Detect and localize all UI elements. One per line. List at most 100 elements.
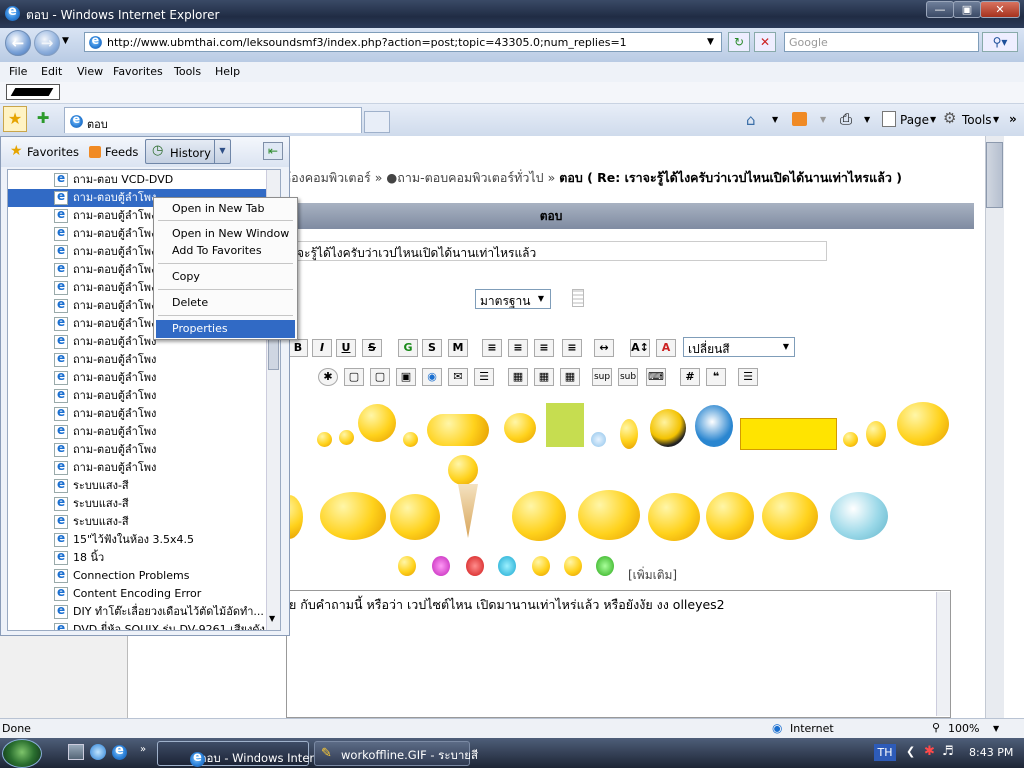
message-text[interactable]: ย กับคำถามนี้ หรือว่า เวปไซต์ไหน เปิดมาน… [289, 595, 725, 615]
show-desktop-icon[interactable] [68, 744, 84, 760]
menu-help[interactable]: Help [215, 65, 240, 78]
smiley-icon[interactable] [762, 492, 818, 540]
subscript-button[interactable]: sub [618, 368, 638, 386]
volume-icon[interactable]: ♬ [942, 744, 954, 759]
smiley-icon[interactable] [596, 556, 614, 576]
tools-gear-icon[interactable]: ⚙ [943, 109, 956, 127]
address-bar[interactable]: http://www.ubmthai.com/leksoundsmf3/inde… [84, 32, 722, 52]
history-item[interactable]: ถาม-ตอบ VCD-DVD [8, 171, 266, 189]
smiley-icon[interactable] [317, 432, 332, 447]
clock[interactable]: 8:43 PM [969, 746, 1013, 759]
link-icon[interactable]: ▢ [370, 368, 390, 386]
smiley-icon[interactable] [532, 556, 550, 576]
font-size-select[interactable]: มาตรฐาน ▼ [475, 289, 551, 309]
smiley-icon[interactable] [512, 491, 566, 541]
superscript-button[interactable]: sup [592, 368, 612, 386]
history-item[interactable]: ถาม-ตอบตู้ลำโพง [8, 459, 266, 477]
shadow-icon[interactable]: S [422, 339, 442, 357]
teletype-icon[interactable]: ⌨ [646, 368, 666, 386]
history-item[interactable]: ระบบแสง-สี [8, 513, 266, 531]
home-icon[interactable]: ⌂ [746, 111, 756, 129]
smiley-icon[interactable] [578, 490, 640, 540]
zoom-level[interactable]: 100% [948, 722, 979, 735]
page-scrollbar[interactable] [985, 136, 1004, 718]
history-item[interactable]: ระบบแสง-สี [8, 477, 266, 495]
security-zone[interactable]: Internet [790, 722, 834, 735]
strike-button[interactable]: S [362, 339, 382, 357]
smiley-icon[interactable] [448, 455, 478, 485]
glow-icon[interactable]: G [398, 339, 418, 357]
table-column-icon[interactable]: ▦ [560, 368, 580, 386]
language-indicator[interactable]: TH [874, 744, 896, 761]
history-item[interactable]: Connection Problems [8, 567, 266, 585]
font-face-icon[interactable]: A [656, 339, 676, 357]
email-icon[interactable]: ✉ [448, 368, 468, 386]
tools-dropdown-icon[interactable]: ▼ [993, 115, 999, 124]
list-icon[interactable]: ☰ [738, 368, 758, 386]
start-button[interactable] [2, 739, 42, 768]
back-button[interactable]: ← [5, 30, 31, 56]
smiley-icon[interactable] [843, 432, 858, 447]
page-scrollbar-thumb[interactable] [986, 142, 1003, 208]
tray-chevron-icon[interactable]: ❮ [906, 745, 915, 758]
stop-icon[interactable]: ✕ [754, 32, 776, 52]
history-item[interactable]: DVD ยี่ห้อ SOUIX รุ่น DV-9261 เสียงดัง..… [8, 621, 266, 630]
history-item[interactable]: ถาม-ตอบตู้ลำโพง [8, 387, 266, 405]
quicklaunch-ie-icon[interactable] [112, 743, 127, 760]
context-add-to-favorites[interactable]: Add To Favorites [156, 242, 295, 260]
media-icon[interactable] [90, 744, 106, 760]
history-item[interactable]: DIY ทำโต๊ะเลื่อยวงเดือนไว้ตัดไม้อัดทำ... [8, 603, 266, 621]
search-button[interactable]: ⚲▾ [982, 32, 1018, 52]
bold-button[interactable]: B [288, 339, 308, 357]
align-left-icon[interactable]: ≡ [508, 339, 528, 357]
smiley-banner-icon[interactable] [740, 418, 837, 450]
scroll-down-icon[interactable]: ▼ [269, 614, 275, 623]
context-copy[interactable]: Copy [156, 268, 295, 286]
new-tab-button[interactable] [364, 111, 390, 133]
history-item[interactable]: ระบบแสง-สี [8, 495, 266, 513]
toolbar-chevron-icon[interactable]: » [1009, 112, 1017, 126]
smiley-icon[interactable] [504, 413, 536, 443]
more-smileys-link[interactable]: [เพิ่มเติม] [628, 566, 677, 585]
favorites-center-star-icon[interactable]: ★ [3, 106, 27, 132]
font-size-icon[interactable]: A↕ [630, 339, 650, 357]
forward-button[interactable]: → [34, 30, 60, 56]
page-dropdown-icon[interactable]: ▼ [930, 115, 936, 124]
network-icon[interactable]: ✱ [924, 744, 935, 759]
address-url[interactable]: http://www.ubmthai.com/leksoundsmf3/inde… [107, 36, 627, 49]
recent-pages-dropdown-icon[interactable]: ▼ [62, 36, 69, 46]
smiley-icon[interactable] [403, 432, 418, 447]
table-row-icon[interactable]: ▦ [534, 368, 554, 386]
insert-image-icon[interactable]: ▣ [396, 368, 416, 386]
align-right-icon[interactable]: ≡ [562, 339, 582, 357]
menu-favorites[interactable]: Favorites [113, 65, 163, 78]
smiley-icon[interactable] [897, 402, 949, 446]
history-item[interactable]: ถาม-ตอบตู้ลำโพง [8, 405, 266, 423]
smiley-group-icon[interactable] [427, 414, 489, 446]
smiley-icon[interactable] [320, 492, 386, 540]
context-open-new-window[interactable]: Open in New Window [156, 225, 295, 243]
italic-button[interactable]: I [312, 339, 332, 357]
smiley-icon[interactable] [830, 492, 888, 540]
pin-favorites-center-icon[interactable]: ⇤ [263, 142, 283, 160]
menu-view[interactable]: View [77, 65, 103, 78]
flash-icon[interactable]: ✱ [318, 368, 338, 386]
smiley-icon[interactable] [390, 494, 440, 540]
smiley-icon[interactable] [695, 405, 733, 447]
marquee-icon[interactable]: M [448, 339, 468, 357]
tab-active[interactable]: ตอบ [64, 107, 362, 133]
history-item[interactable]: ถาม-ตอบตู้ลำโพง [8, 351, 266, 369]
context-delete[interactable]: Delete [156, 294, 295, 312]
taskbar-item-paint[interactable]: ✎ workoffline.GIF - ระบายสี [314, 741, 478, 766]
smiley-icon[interactable] [648, 493, 700, 541]
print-icon[interactable]: ⎙ [840, 110, 852, 128]
tools-menu-button[interactable]: Tools [962, 113, 992, 127]
close-button[interactable]: ✕ [980, 1, 1020, 18]
hyperlink-icon[interactable]: ◉ [422, 368, 442, 386]
context-open-new-tab[interactable]: Open in New Tab [156, 200, 295, 218]
smiley-icon[interactable] [358, 404, 396, 442]
feeds-dropdown-icon[interactable]: ▼ [820, 115, 826, 124]
smiley-icon[interactable] [706, 492, 754, 540]
color-select[interactable]: เปลี่ยนสี ▼ [683, 337, 795, 357]
history-item[interactable]: Content Encoding Error [8, 585, 266, 603]
